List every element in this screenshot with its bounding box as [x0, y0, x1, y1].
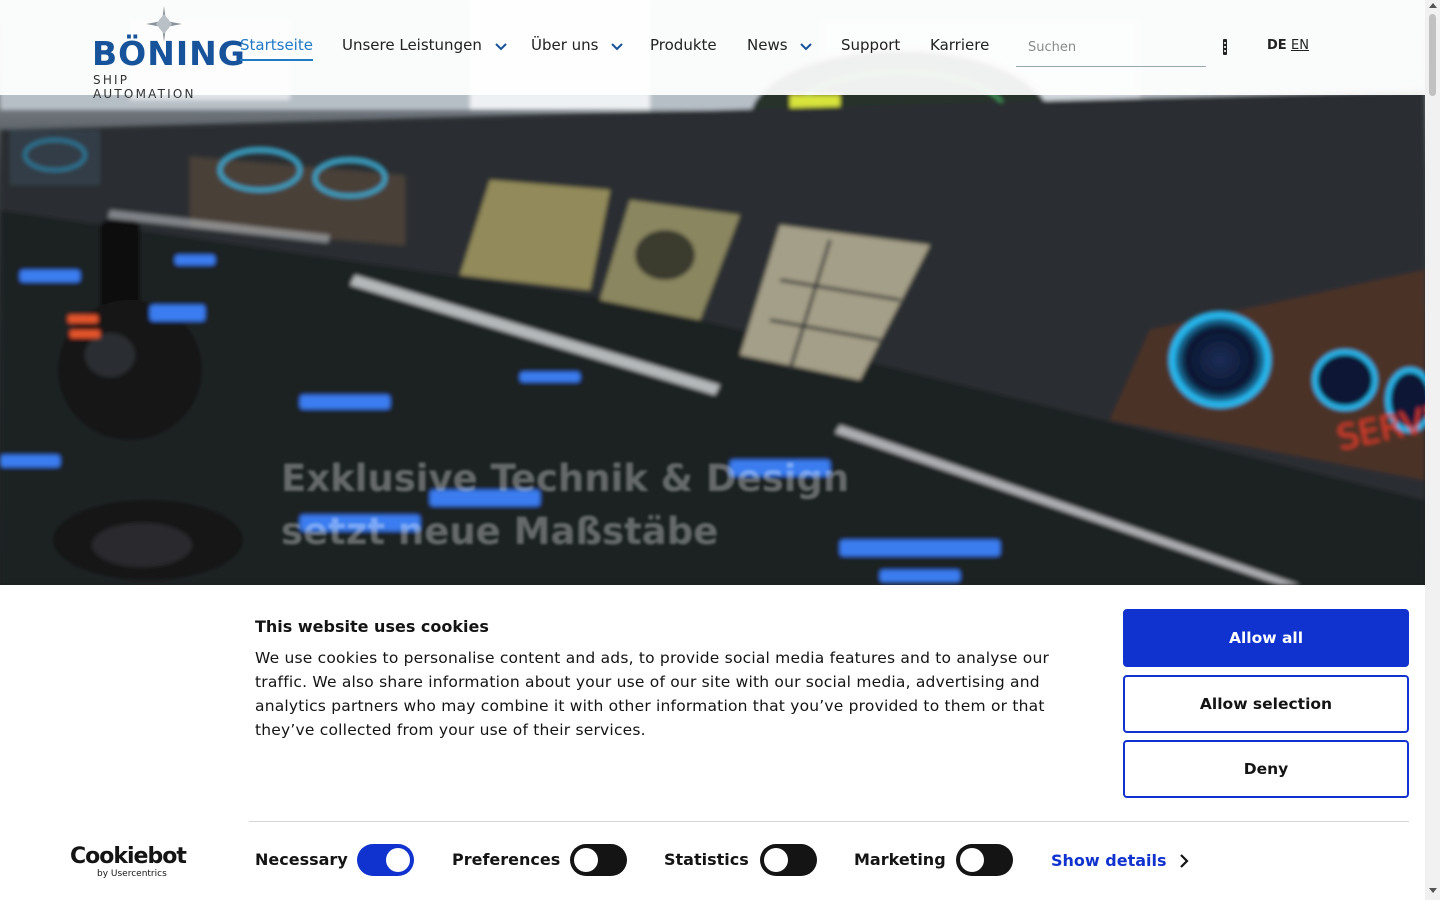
search-box: [1016, 28, 1206, 67]
hero-headline-line1: Exklusive Technik & Design: [281, 457, 850, 500]
cookiebot-sub: by Usercentrics: [97, 869, 167, 879]
preferences-toggle[interactable]: [570, 844, 627, 876]
nav-item-label: Produkte: [650, 36, 717, 54]
chevron-down-icon: [494, 42, 507, 50]
nav-item-produkte[interactable]: Produkte: [650, 36, 717, 54]
nav-item-unsere-leistungen[interactable]: Unsere Leistungen: [342, 36, 507, 54]
nav-item-label: Über uns: [531, 36, 599, 54]
toggle-label-necessary: Necessary: [255, 850, 348, 869]
cookie-consent-banner: This website uses cookies We use cookies…: [0, 585, 1425, 900]
nav-item-label: News: [747, 36, 788, 54]
scrollbar-thumb[interactable]: [1429, 14, 1436, 96]
deny-button[interactable]: Deny: [1123, 740, 1409, 798]
toggle-label-statistics: Statistics: [664, 850, 749, 869]
site-header: BÖNING SHIP AUTOMATION Startseite Unsere…: [0, 0, 1425, 101]
search-input[interactable]: [1016, 38, 1200, 56]
cookiebot-logo[interactable]: Cookiebot by Usercentrics: [70, 844, 187, 879]
chevron-down-icon: [800, 42, 813, 50]
chevron-down-icon: [611, 42, 623, 50]
logo-tagline: SHIP AUTOMATION: [93, 73, 196, 101]
allow-all-button[interactable]: Allow all: [1123, 609, 1409, 667]
statistics-toggle[interactable]: [760, 844, 817, 876]
chevron-right-icon[interactable]: [1178, 852, 1190, 870]
nav-item-news[interactable]: News: [747, 36, 813, 54]
nav-item-label: Startseite: [240, 36, 313, 54]
nav-item-label: Karriere: [930, 36, 990, 54]
cookie-title: This website uses cookies: [255, 617, 489, 636]
hero-headline: Exklusive Technik & Design setzt neue Ma…: [281, 452, 849, 558]
nav-item-ueber-uns[interactable]: Über uns: [531, 36, 623, 54]
language-en-link[interactable]: EN: [1291, 38, 1309, 53]
show-details-link[interactable]: Show details: [1051, 851, 1167, 870]
language-de[interactable]: DE: [1267, 38, 1287, 53]
toggle-knob: [764, 848, 788, 872]
nav-item-startseite[interactable]: Startseite: [240, 36, 313, 61]
toggle-knob: [386, 848, 410, 872]
scroll-up-arrow-icon[interactable]: [1429, 3, 1437, 8]
nav-item-support[interactable]: Support: [841, 36, 900, 54]
page-scrollbar[interactable]: [1425, 0, 1440, 900]
necessary-toggle[interactable]: [357, 844, 414, 876]
nav-item-label: Unsere Leistungen: [342, 36, 482, 54]
divider: [249, 821, 1409, 822]
toggle-label-preferences: Preferences: [452, 850, 561, 869]
cookiebot-wordmark: Cookiebot: [70, 844, 187, 869]
allow-selection-button[interactable]: Allow selection: [1123, 675, 1409, 733]
toggle-label-marketing: Marketing: [854, 850, 946, 869]
marketing-toggle[interactable]: [956, 844, 1013, 876]
boening-logo[interactable]: BÖNING SHIP AUTOMATION: [92, 6, 245, 101]
search-submit-icon[interactable]: [1220, 38, 1230, 56]
logo-wordmark: BÖNING: [92, 34, 246, 73]
cookie-description: We use cookies to personalise content an…: [255, 649, 1050, 739]
nav-item-karriere[interactable]: Karriere: [930, 36, 989, 54]
scroll-down-arrow-icon[interactable]: [1429, 888, 1437, 893]
nav-item-label: Support: [841, 36, 901, 54]
toggle-knob: [574, 848, 598, 872]
toggle-knob: [960, 848, 984, 872]
hero-headline-line2: setzt neue Maßstäbe: [281, 510, 719, 553]
